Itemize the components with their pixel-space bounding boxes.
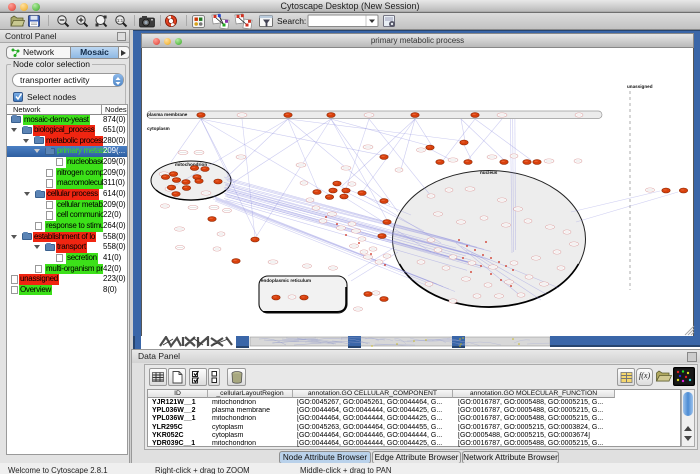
svg-text:plasma membrane: plasma membrane (147, 112, 188, 117)
svg-text:1:1: 1:1 (117, 18, 124, 23)
svg-text:cytoplasm: cytoplasm (147, 126, 170, 131)
svg-text:nucleus: nucleus (480, 170, 498, 175)
svg-text:unassigned: unassigned (627, 84, 653, 89)
svg-text:endoplasmic reticulum: endoplasmic reticulum (261, 278, 311, 283)
svg-text:Search:: Search: (277, 16, 306, 26)
